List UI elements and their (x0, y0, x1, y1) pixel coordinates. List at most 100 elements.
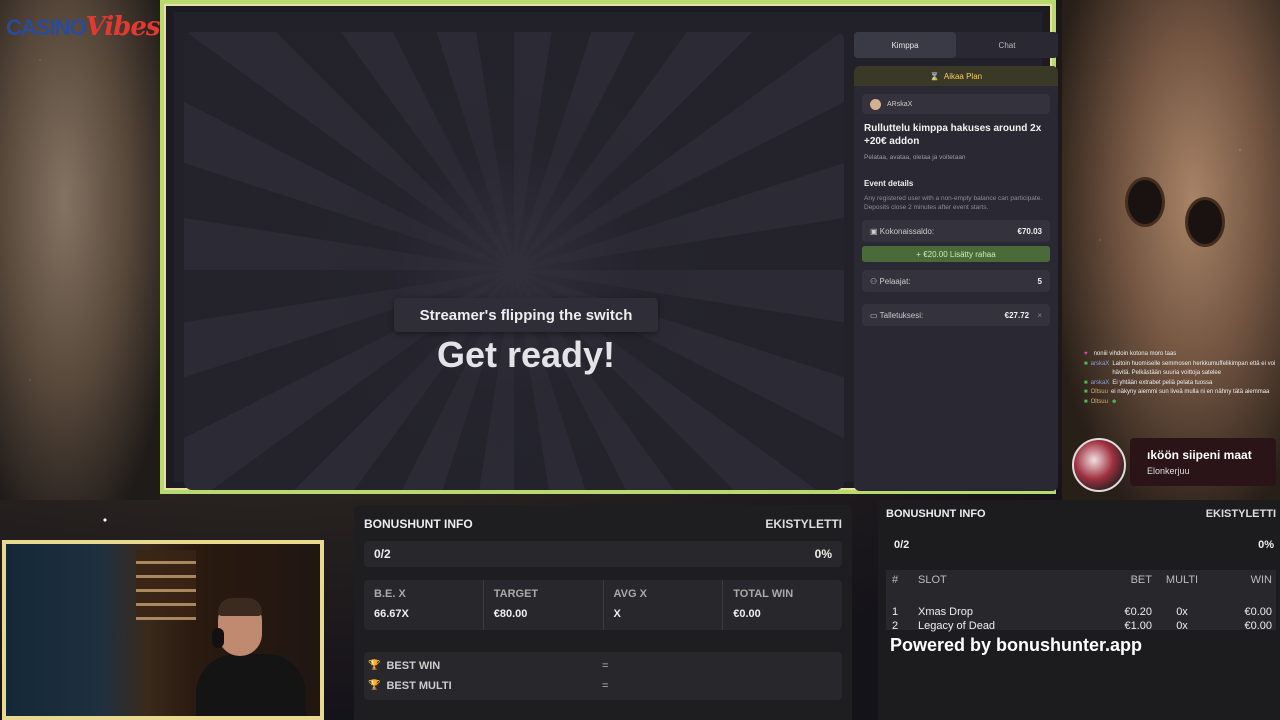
best-win-value: = (602, 660, 609, 672)
row-win: €0.00 (1244, 620, 1272, 632)
chat-message: ♥ noniii vihdoin kotona moro taas (1084, 350, 1280, 360)
col-multi: MULTI (1165, 574, 1199, 586)
slot-table: # SLOT BET MULTI WIN 1 Xmas Drop €0.20 0… (886, 570, 1276, 632)
powered-by-label: Powered by bonushunter.app (890, 635, 1143, 655)
stat-value: 66.67X (374, 608, 409, 620)
panel-tabs: Kimppa Chat (854, 32, 1058, 58)
total-balance-value: €70.03 (1017, 226, 1042, 236)
switch-banner: Streamer's flipping the switch (394, 298, 658, 332)
plan-subtitle: Pelataa, avataa, oletaa ja voitetaan (864, 154, 966, 161)
deposits-label: Talletuksesi: (879, 310, 924, 320)
plan-card: ⌛ Aikaa Plan ARskaX Rulluttelu kimppa ha… (854, 66, 1058, 491)
chat-username: Oltsuu (1090, 398, 1108, 405)
stat-value: €80.00 (493, 608, 528, 620)
casinovibes-logo: CASINOVibes (6, 12, 161, 42)
bonushunt-progress: 0/2 0% (886, 532, 1278, 558)
stat-value: X (613, 608, 621, 620)
best-multi-value: = (602, 680, 609, 692)
bonushunt-best: 🏆 BEST WIN = 🏆 BEST MULTI = (364, 652, 842, 700)
row-num: 1 (892, 606, 899, 618)
stat-value: €0.00 (733, 608, 761, 620)
close-icon[interactable]: × (1037, 311, 1042, 320)
chat-text: Ei yhtään extrabet peliä pelata tuossa (1112, 379, 1213, 386)
trophy-icon: 🏆 (368, 680, 381, 691)
game-window: Streamer's flipping the switch Get ready… (174, 12, 1058, 491)
stat-label: TARGET (493, 588, 539, 600)
host-user-chip[interactable]: ARskaX (862, 94, 1050, 114)
alert-avatar (1072, 438, 1126, 492)
table-row: 2 Legacy of Dead €1.00 0x €0.00 (886, 620, 1276, 634)
table-row: 1 Xmas Drop €0.20 0x €0.00 (886, 606, 1276, 620)
bonushunt-progress: 0/2 0% (364, 541, 842, 567)
stat-total-win: TOTAL WIN €0.00 (723, 580, 842, 630)
tab-kimppa[interactable]: Kimppa (854, 32, 956, 58)
tab-chat[interactable]: Chat (956, 32, 1058, 58)
col-bet: BET (1130, 574, 1152, 586)
row-slot: Xmas Drop (918, 606, 974, 618)
stat-label: AVG X (613, 588, 647, 600)
stream-chat-overlay: ♥ noniii vihdoin kotona moro taas ■ arskaX… (1084, 350, 1280, 407)
card-icon: ▭ (870, 310, 878, 320)
bonushunt-stats: B.E. X 66.67X TARGET €80.00 AVG X X TOTAL W… (364, 580, 842, 630)
chat-text: ei näkyny aiemmi sun liveä mulla ni en n… (1110, 389, 1270, 395)
badge-icon: ■ (1084, 389, 1088, 395)
col-win: WIN (1250, 574, 1272, 586)
hourglass-icon: ⌛ (929, 71, 940, 81)
best-multi-row: 🏆 BEST MULTI (368, 680, 452, 692)
streamer-shirt (196, 654, 306, 716)
chat-username: Oltsuu (1090, 389, 1108, 395)
logo-text-casino: CASINO (6, 15, 87, 40)
logo-text-vibes: Vibes (85, 12, 161, 42)
emote-icon: ☻ (1110, 398, 1118, 405)
best-win-label: BEST WIN (386, 660, 441, 672)
col-slot: SLOT (918, 574, 947, 586)
addon-badge: + €20.00 Lisätty rahaa (862, 246, 1050, 262)
badge-icon: ♥ (1084, 351, 1088, 357)
bonushunt-title: BONUSHUNT INFO (886, 508, 986, 520)
game-stage: Streamer's flipping the switch Get ready… (184, 32, 844, 490)
row-slot: Legacy of Dead (918, 620, 996, 632)
row-bet: €0.20 (1124, 606, 1152, 618)
chat-message: ■ Oltsuu ☻ (1084, 398, 1280, 408)
bonushunt-user: EKISTYLETTI (1205, 508, 1276, 520)
cat-eye-left (1128, 180, 1162, 224)
slot-table-header: # SLOT BET MULTI WIN (886, 574, 1276, 588)
trophy-icon: 🏆 (368, 660, 381, 671)
plan-header-label: Aikaa Plan (943, 71, 983, 81)
bonushunt-slot-list-panel: BONUSHUNT INFO EKISTYLETTI 0/2 0% # SLOT… (878, 500, 1280, 720)
progress-percent: 0% (814, 547, 832, 561)
row-multi: 0x (1176, 620, 1188, 632)
plan-header: ⌛ Aikaa Plan (854, 66, 1058, 86)
chat-username: arskaX (1090, 360, 1110, 367)
stat-avg-x: AVG X X (604, 580, 724, 630)
event-details-text: Any registered user with a non-empty bal… (864, 195, 1043, 211)
plan-title: Rulluttelu kimppa hakuses around 2x +20€… (864, 123, 1042, 147)
deposits-value: €27.72 (1004, 310, 1030, 320)
cat-eye-right (1188, 200, 1222, 244)
host-username: ARskaX (887, 100, 913, 108)
bonushunt-info-panel: BONUSHUNT INFO EKISTYLETTI 0/2 0% B.E. X… (354, 505, 852, 720)
follower-alert: ıköön siipeni maat Elonkerjuu (1070, 436, 1276, 492)
chat-text: noniii vihdoin kotona moro taas (1093, 351, 1177, 357)
progress-count: 0/2 (374, 547, 391, 561)
total-balance-row: ▣ Kokonaissaldo: €70.03 (862, 220, 1050, 242)
chat-username: arskaX (1090, 379, 1110, 386)
col-num: # (892, 574, 899, 586)
webcam-shelf (136, 550, 196, 620)
progress-percent: 0% (1258, 539, 1274, 551)
row-num: 2 (892, 620, 899, 632)
players-label: Pelaajat: (879, 276, 911, 286)
alert-subtitle: Elonkerjuu (1147, 466, 1190, 476)
row-bet: €1.00 (1124, 620, 1152, 632)
stat-target: TARGET €80.00 (484, 580, 604, 630)
game-capture-frame: Streamer's flipping the switch Get ready… (160, 0, 1058, 494)
chat-message: ■ Oltsuu ei näkyny aiemmi sun liveä mulla … (1084, 388, 1280, 398)
stat-be-x: B.E. X 66.67X (364, 580, 484, 630)
avatar (870, 98, 881, 110)
cat-background-right (1062, 0, 1280, 500)
alert-box: ıköön siipeni maat Elonkerjuu (1130, 438, 1276, 486)
cat-background-left (0, 0, 160, 500)
row-win: €0.00 (1244, 606, 1272, 618)
total-balance-label: Kokonaissaldo: (879, 226, 935, 236)
row-multi: 0x (1176, 606, 1188, 618)
